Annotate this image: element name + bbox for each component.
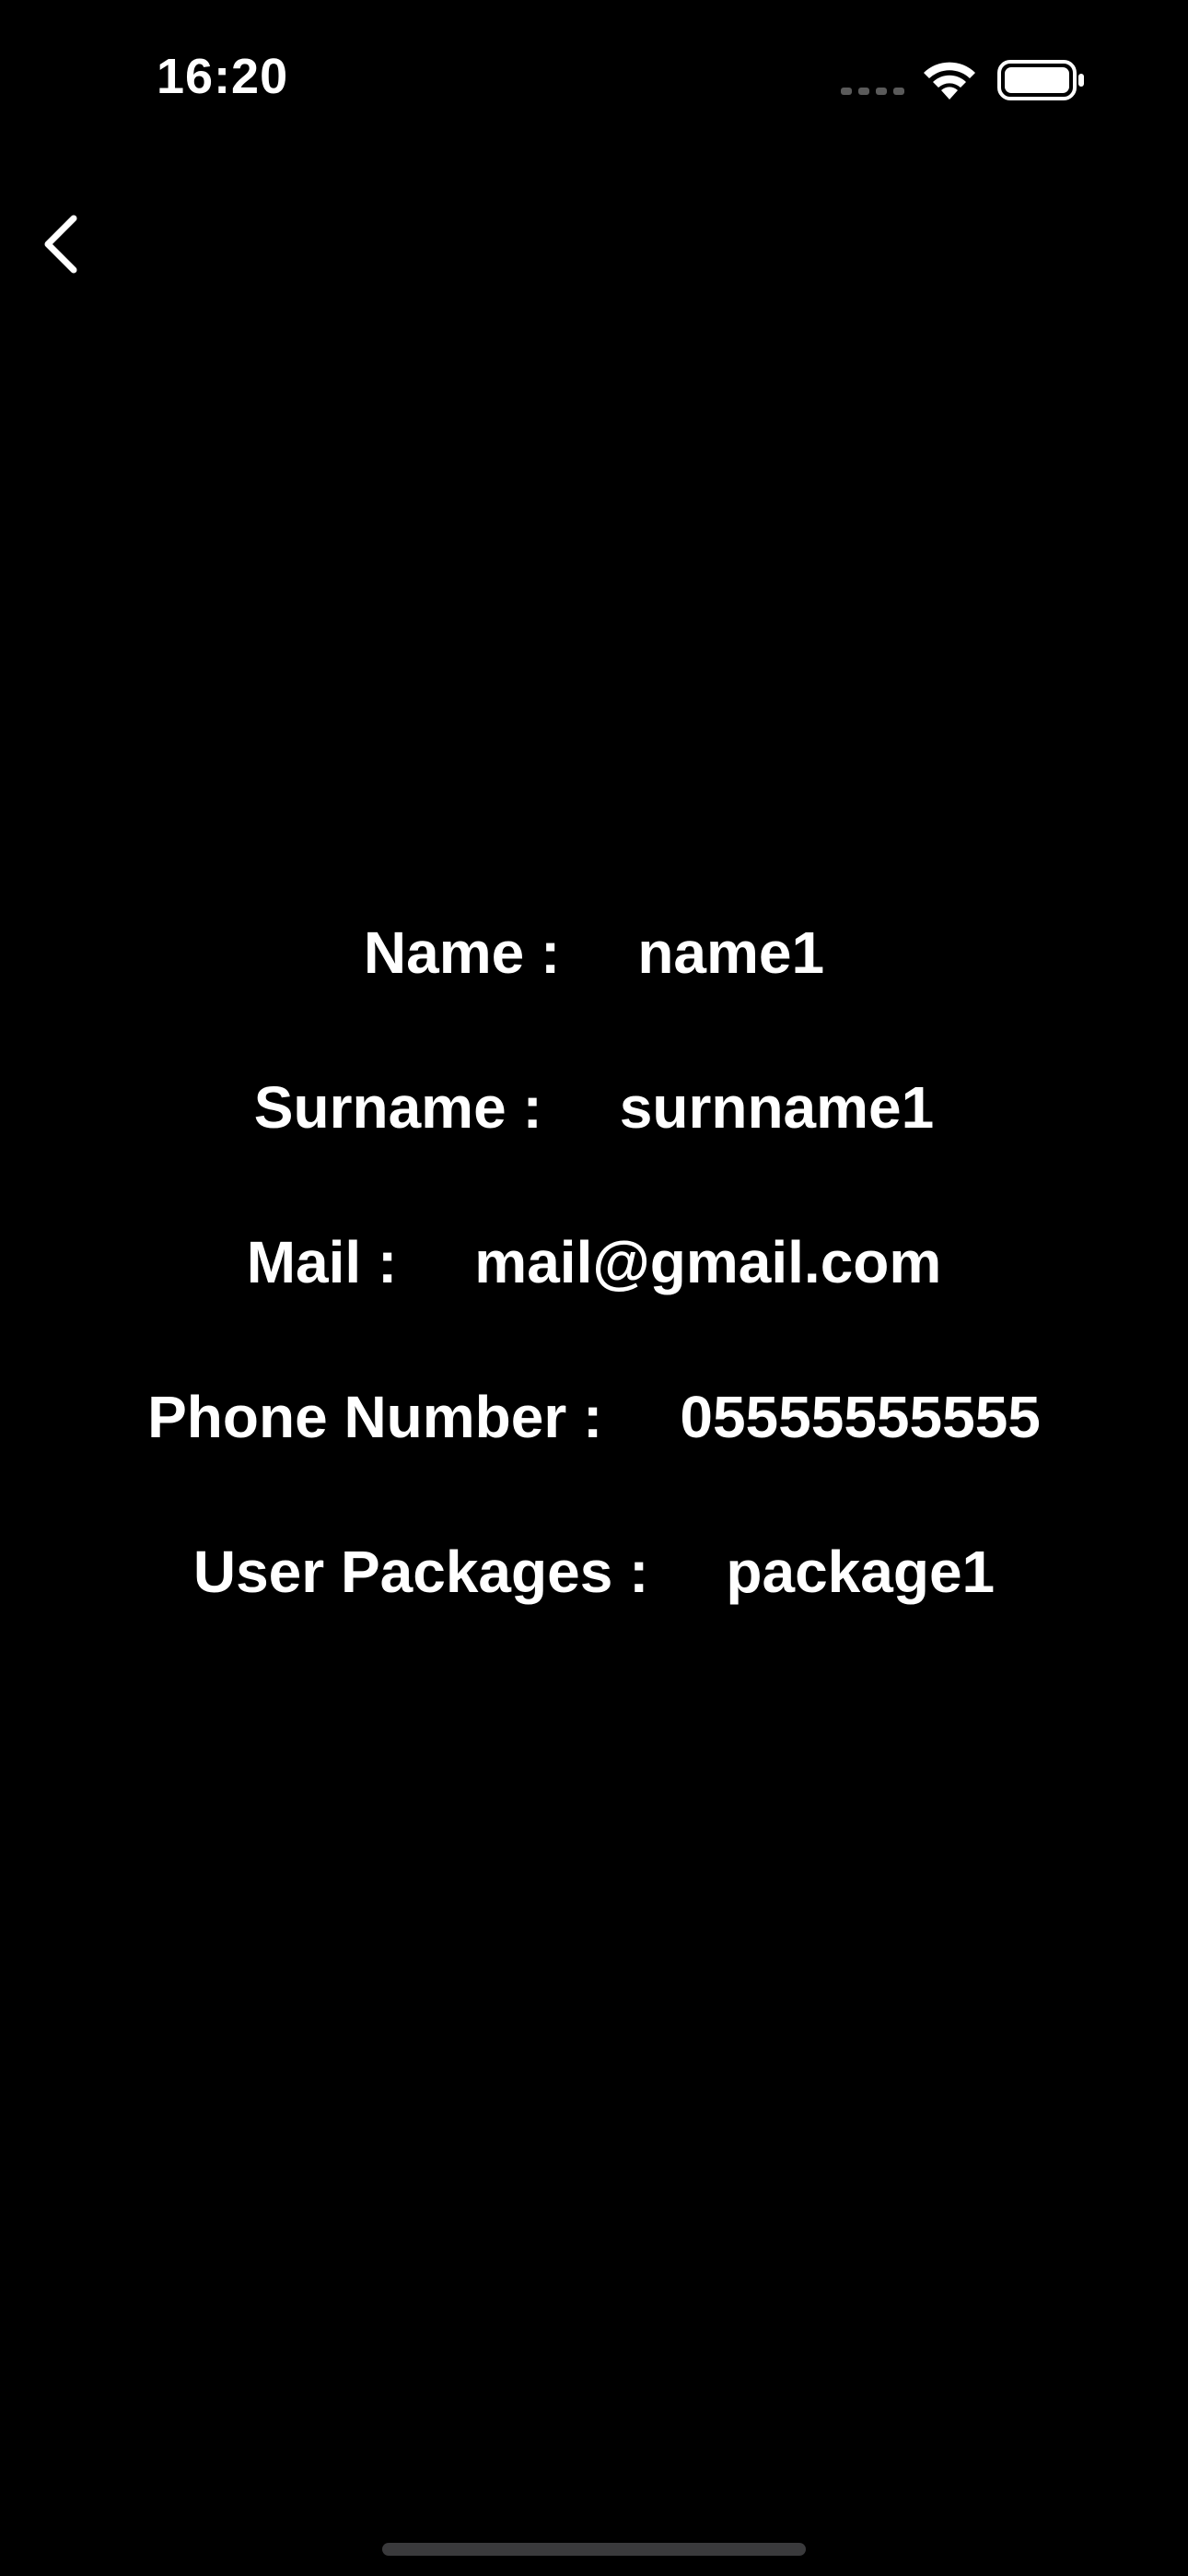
home-indicator[interactable] bbox=[382, 2543, 806, 2556]
packages-value: package1 bbox=[726, 1539, 996, 1605]
status-time: 16:20 bbox=[157, 49, 289, 104]
name-value: name1 bbox=[637, 919, 825, 986]
phone-value: 05555555555 bbox=[680, 1384, 1041, 1450]
surname-value: surnname1 bbox=[619, 1074, 935, 1141]
mail-row: Mail : mail@gmail.com bbox=[0, 1185, 1188, 1340]
back-button[interactable] bbox=[28, 198, 120, 290]
name-label: Name : bbox=[363, 919, 561, 986]
cellular-signal-icon bbox=[841, 88, 904, 95]
wifi-icon bbox=[924, 62, 975, 100]
packages-label: User Packages : bbox=[192, 1539, 649, 1605]
mail-value: mail@gmail.com bbox=[474, 1229, 942, 1295]
phone-row: Phone Number : 05555555555 bbox=[0, 1340, 1188, 1494]
name-row: Name : name1 bbox=[0, 875, 1188, 1030]
battery-icon bbox=[997, 60, 1084, 100]
phone-label: Phone Number : bbox=[147, 1384, 603, 1450]
user-info-list: Name : name1 Surname : surnname1 Mail : … bbox=[0, 875, 1188, 1649]
surname-row: Surname : surnname1 bbox=[0, 1030, 1188, 1185]
packages-row: User Packages : package1 bbox=[0, 1494, 1188, 1649]
mail-label: Mail : bbox=[246, 1229, 398, 1295]
chevron-left-icon bbox=[44, 215, 77, 274]
surname-label: Surname : bbox=[253, 1074, 542, 1141]
status-bar: 16:20 bbox=[0, 0, 1188, 157]
